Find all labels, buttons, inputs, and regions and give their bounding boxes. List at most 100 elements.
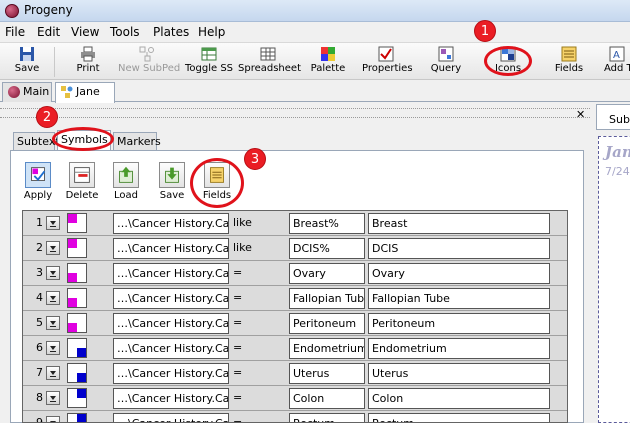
label-cell[interactable]: Rectum [368,413,550,422]
symbol-swatch[interactable] [67,288,87,308]
operator-cell[interactable]: like [233,241,252,254]
table-row: 8 …\Cancer History.Cancer = Colon Colon [23,386,567,411]
operator-cell[interactable]: = [233,266,242,279]
toggle-spreadsheet-icon [201,47,217,61]
preview-name: Jan [605,143,630,161]
print-button[interactable]: Print [70,45,106,79]
pedigree-preview: Jan 7/24. [598,136,630,423]
row-number: 1 [36,216,43,229]
menu-file[interactable]: File [5,25,25,39]
table-row: 5 …\Cancer History.Cancer = Peritoneum P… [23,311,567,336]
field-cell[interactable]: …\Cancer History.Cancer [113,313,229,334]
value-cell[interactable]: Endometrium [289,338,365,359]
symbol-fill [68,323,77,332]
callout-ring-icons [484,46,532,76]
palette-button[interactable]: Palette [308,45,348,79]
tab-main[interactable]: Main [2,82,52,102]
tab-markers[interactable]: Markers [113,132,161,150]
menu-view[interactable]: View [71,25,99,39]
value-cell[interactable]: Ovary [289,263,365,284]
label-cell[interactable]: DCIS [368,238,550,259]
field-cell[interactable]: …\Cancer History.Cancer [113,263,229,284]
new-subped-button[interactable]: New SubPed [118,45,180,79]
operator-cell[interactable]: = [233,316,242,329]
symbol-swatch[interactable] [67,263,87,283]
floppy-disk-icon [20,47,34,61]
field-cell[interactable]: …\Cancer History.Cancer [113,338,229,359]
row-move-down-button[interactable] [46,241,60,255]
tab-jane[interactable]: Jane [55,82,115,103]
field-cell[interactable]: …\Cancer History.Cancer [113,388,229,409]
close-panel-icon[interactable]: ✕ [576,108,585,121]
menu-edit[interactable]: Edit [37,25,60,39]
row-move-down-button[interactable] [46,266,60,280]
symbol-swatch[interactable] [67,213,87,233]
operator-cell[interactable]: = [233,291,242,304]
symbol-fill [68,214,77,223]
label-cell[interactable]: Ovary [368,263,550,284]
fields-button[interactable]: Fields [552,45,586,79]
tab-subtext-right[interactable]: Subt [596,104,630,130]
operator-cell[interactable]: = [233,391,242,404]
save-symbols-button[interactable]: Save [152,162,192,201]
row-move-down-button[interactable] [46,341,60,355]
operator-cell[interactable]: = [233,416,242,422]
label-cell[interactable]: Endometrium [368,338,550,359]
row-move-down-button[interactable] [46,291,60,305]
value-cell[interactable]: Uterus [289,363,365,384]
table-row: 1 …\Cancer History.Cancer like Breast% B… [23,211,567,236]
spreadsheet-icon [260,47,276,61]
label-cell[interactable]: Breast [368,213,550,234]
load-button[interactable]: Load [106,162,146,201]
field-cell[interactable]: …\Cancer History.Cancer [113,288,229,309]
row-number: 8 [36,391,43,404]
operator-cell[interactable]: = [233,341,242,354]
symbol-swatch[interactable] [67,238,87,258]
row-move-down-button[interactable] [46,316,60,330]
menu-tools[interactable]: Tools [110,25,140,39]
value-cell[interactable]: Rectum [289,413,365,422]
properties-button[interactable]: Properties [362,45,413,79]
field-cell[interactable]: …\Cancer History.Cancer [113,363,229,384]
menu-help[interactable]: Help [198,25,225,39]
row-move-down-button[interactable] [46,416,60,422]
value-cell[interactable]: Breast% [289,213,365,234]
callout-badge-2: 2 [36,106,58,128]
value-cell[interactable]: Peritoneum [289,313,365,334]
spreadsheet-button[interactable]: Spreadsheet [238,45,301,79]
toggle-ss-button[interactable]: Toggle SS [184,45,234,79]
add-button[interactable]: A Add T [604,45,630,79]
query-button[interactable]: Query [428,45,464,79]
table-row: 7 …\Cancer History.Cancer = Uterus Uteru… [23,361,567,386]
symbol-swatch[interactable] [67,413,87,422]
add-text-icon: A [609,46,625,62]
label-cell[interactable]: Colon [368,388,550,409]
field-cell[interactable]: …\Cancer History.Cancer [113,213,229,234]
menu-plates[interactable]: Plates [153,25,189,39]
symbol-swatch[interactable] [67,363,87,383]
row-move-down-button[interactable] [46,391,60,405]
row-move-down-button[interactable] [46,366,60,380]
label-cell[interactable]: Fallopian Tube [368,288,550,309]
operator-cell[interactable]: = [233,366,242,379]
label-cell[interactable]: Peritoneum [368,313,550,334]
save-button[interactable]: Save [10,45,44,79]
operator-cell[interactable]: like [233,216,252,229]
value-cell[interactable]: Fallopian Tube [289,288,365,309]
apply-button[interactable]: Apply [18,162,58,201]
symbol-swatch[interactable] [67,338,87,358]
delete-button[interactable]: Delete [62,162,102,201]
row-move-down-button[interactable] [46,216,60,230]
label-cell[interactable]: Uterus [368,363,550,384]
pedigree-icon [61,86,73,98]
table-row: 2 …\Cancer History.Cancer like DCIS% DCI… [23,236,567,261]
symbol-swatch[interactable] [67,388,87,408]
symbol-swatch[interactable] [67,313,87,333]
field-cell[interactable]: …\Cancer History.Cancer [113,238,229,259]
field-cell[interactable]: …\Cancer History.Cancer [113,413,229,422]
symbol-fill [68,239,77,248]
value-cell[interactable]: Colon [289,388,365,409]
row-number: 9 [36,416,43,423]
value-cell[interactable]: DCIS% [289,238,365,259]
tab-subtext[interactable]: Subtext [13,132,60,150]
